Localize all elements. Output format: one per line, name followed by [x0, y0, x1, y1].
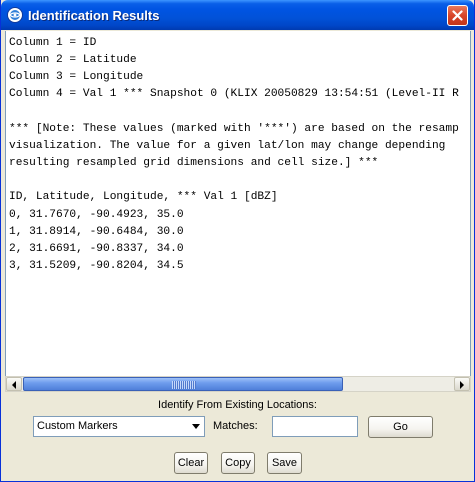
result-line: *** [Note: These values (marked with '**…	[9, 122, 459, 135]
result-line: 3, 31.5209, -90.8204, 34.5	[9, 260, 184, 273]
locations-dropdown[interactable]: Custom Markers	[33, 416, 205, 437]
go-button[interactable]: Go	[368, 416, 433, 438]
copy-button[interactable]: Copy	[221, 452, 255, 474]
close-icon	[452, 10, 463, 21]
results-text: Column 1 = ID Column 2 = Latitude Column 3…	[9, 35, 459, 275]
matches-label: Matches:	[213, 420, 258, 432]
close-button[interactable]	[447, 5, 468, 26]
scroll-thumb[interactable]	[23, 377, 343, 391]
result-line: Column 3 = Longitude	[9, 71, 144, 84]
result-line: visualization. The value for a given lat…	[9, 139, 446, 152]
matches-input[interactable]	[272, 416, 358, 437]
result-line: Column 4 = Val 1 *** Snapshot 0 (KLIX 20…	[9, 88, 459, 101]
title-bar[interactable]: Identification Results	[1, 0, 474, 30]
scroll-grip	[172, 381, 196, 389]
arrow-right-icon	[460, 381, 464, 389]
result-line	[9, 172, 459, 189]
results-text-area[interactable]: Column 1 = ID Column 2 = Latitude Column 3…	[5, 31, 471, 376]
result-line: ID, Latitude, Longitude, *** Val 1 [dBZ]	[9, 191, 278, 204]
chevron-down-icon	[192, 424, 200, 429]
result-line	[9, 104, 459, 121]
result-line: resulting resampled grid dimensions and …	[9, 157, 379, 170]
window-title: Identification Results	[28, 8, 160, 23]
result-line: 0, 31.7670, -90.4923, 35.0	[9, 208, 184, 221]
scroll-left-button[interactable]	[6, 377, 22, 391]
result-line: 1, 31.8914, -90.6484, 30.0	[9, 225, 184, 238]
app-globe-icon	[7, 7, 23, 23]
dropdown-value: Custom Markers	[37, 420, 118, 432]
identify-label: Identify From Existing Locations:	[158, 399, 317, 411]
result-line: Column 1 = ID	[9, 37, 97, 49]
horizontal-scrollbar[interactable]	[5, 376, 471, 392]
result-line: 2, 31.6691, -90.8337, 34.0	[9, 242, 184, 255]
identification-results-window: Identification Results Column 1 = ID Colu…	[0, 0, 475, 482]
result-line: Column 2 = Latitude	[9, 54, 137, 67]
arrow-left-icon	[12, 381, 16, 389]
save-button[interactable]: Save	[267, 452, 302, 474]
clear-button[interactable]: Clear	[174, 452, 208, 474]
scroll-right-button[interactable]	[454, 377, 470, 391]
